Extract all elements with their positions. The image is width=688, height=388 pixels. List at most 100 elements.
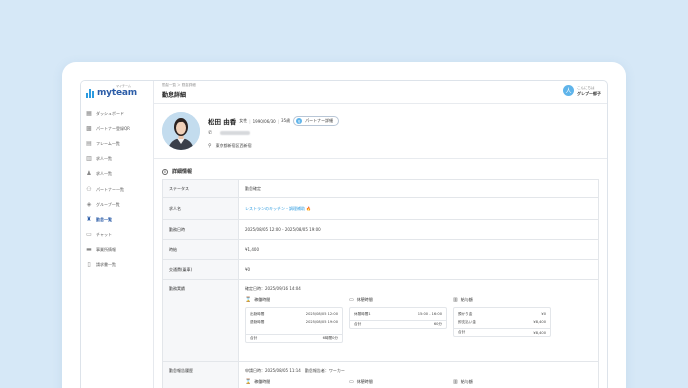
main-content: 勤怠一覧 ＞ 勤怠詳細 勤怠詳細 人 こんにちは グレプー郁子 松田 由香 女性…	[154, 81, 607, 388]
group-icon: ⚇	[86, 185, 92, 193]
total-key: 合計	[354, 322, 362, 326]
report-work-label: 稼働時間	[254, 379, 271, 384]
profile-address: 東京都新宿区西新宿	[215, 143, 252, 148]
app-window: myteam マイチーム ▦ ダッシュボード ▩ パートナー登録QR ▤ フレーム一覧 ▥ 求…	[80, 80, 608, 388]
sidebar: myteam マイチーム ▦ ダッシュボード ▩ パートナー登録QR ▤ フレーム一覧 ▥ 求…	[81, 81, 154, 388]
user-menu[interactable]: 人 こんにちは グレプー郁子	[563, 85, 601, 96]
report-info: 申請日時：2025/08/05 11:14 勤怠報告者：ワーカー	[245, 368, 345, 373]
confirmed-datetime: 確定日時：2025/09/16 14:04	[245, 286, 301, 291]
logo-mark-icon	[86, 88, 95, 98]
sidebar-item-label: チャット	[96, 232, 112, 238]
battery-icon: ▭	[349, 297, 354, 303]
hourglass-icon: ⌛	[245, 379, 252, 385]
sidebar-item-3[interactable]: ▥ 求人一覧	[81, 152, 154, 167]
report-work-column: ⌛ 稼働時間	[245, 379, 343, 388]
search-icon: ⚲	[296, 118, 303, 124]
kv-key: 即支払い金	[458, 319, 476, 324]
phone-icon: ✆	[208, 130, 213, 136]
table-row: 求人名 レストランのキッチン・調理補助 🔥	[162, 198, 599, 220]
avatar[interactable]: 人	[563, 85, 574, 96]
qr-icon: ▩	[86, 124, 92, 132]
logo[interactable]: myteam マイチーム	[86, 84, 137, 100]
job-title-link[interactable]: レストランのキッチン・調理補助 🔥	[239, 198, 598, 219]
calculator-icon: ▥	[453, 297, 458, 303]
sidebar-item-label: フレーム一覧	[96, 140, 120, 146]
work-time-box: 出勤時間 2025/08/05 12:00 退勤時間 2025/08/05 19:0…	[245, 307, 343, 343]
location-pin-icon: ⚲	[208, 143, 212, 149]
logo-text: myteam	[97, 88, 137, 98]
detail-section-label: 詳細情報	[172, 169, 193, 175]
sidebar-item-5[interactable]: ⚇ パートナー一覧	[81, 182, 154, 197]
list-item: 休憩時間1 15:00 - 16:00	[354, 310, 442, 318]
sidebar-item-7[interactable]: ♜ 勤怠一覧	[81, 212, 154, 227]
breadcrumb[interactable]: 勤怠一覧 ＞ 勤怠詳細	[162, 83, 196, 88]
work-icon: ♜	[86, 215, 92, 223]
sidebar-item-9[interactable]: ▬ 事業所情報	[81, 243, 154, 258]
report-block: 申請日時：2025/08/05 11:14 勤怠報告者：ワーカー ⌛ 稼働時間 …	[239, 362, 598, 388]
partner-detail-label: パートナー詳細	[305, 118, 334, 123]
sidebar-item-1[interactable]: ▩ パートナー登録QR	[81, 121, 154, 136]
profile-name: 松田 由香	[208, 118, 237, 126]
person-photo-icon	[162, 112, 200, 150]
table-row: 時給 ¥1,400	[162, 240, 599, 260]
sidebar-item-6[interactable]: ◈ グループ一覧	[81, 197, 154, 212]
phone-number-redacted	[220, 131, 251, 135]
hourglass-icon: ⌛	[245, 297, 252, 303]
logo-ruby: マイチーム	[116, 84, 131, 88]
pay-total: 合計 ¥8,400	[454, 328, 550, 336]
report-pay-title: ▥ 給与額	[453, 379, 551, 385]
row-label: 勤怠報告履歴	[163, 362, 239, 388]
status-value: 勤怠確定	[245, 185, 261, 191]
kv-key: 出勤時間	[250, 311, 265, 316]
kv-key: 退勤時間	[250, 319, 265, 324]
break-time-total: 合計 60分	[350, 320, 446, 328]
report-pay-label: 給与額	[460, 379, 473, 384]
work-time-label: 稼働時間	[254, 297, 271, 302]
table-row: ステータス 勤怠確定	[162, 180, 599, 198]
pay-title: ▥ 給与額	[453, 297, 551, 303]
hourly-wage-value: ¥1,400	[245, 247, 259, 252]
break-time-title: ▭ 休憩時間	[349, 297, 447, 303]
chat-icon: ▭	[86, 231, 92, 239]
profile-summary: 松田 由香 女性 | 1990/06/30 | 35歳 ⚲ パートナー詳細	[208, 116, 340, 126]
partner-detail-button[interactable]: ⚲ パートナー詳細	[293, 116, 340, 126]
table-row: 交通費(乗車) ¥0	[162, 260, 599, 280]
sidebar-item-label: ダッシュボード	[96, 110, 124, 116]
kv-key: 休憩時間1	[354, 311, 371, 316]
sidebar-item-8[interactable]: ▭ チャット	[81, 228, 154, 243]
sidebar-item-2[interactable]: ▤ フレーム一覧	[81, 136, 154, 151]
kv-key: 預かり金	[458, 311, 473, 316]
total-value: 6時間0分	[322, 336, 338, 340]
card-icon: ▬	[86, 246, 92, 254]
sidebar-item-10[interactable]: ▯ 請求書一覧	[81, 258, 154, 273]
profile-card: 松田 由香 女性 | 1990/06/30 | 35歳 ⚲ パートナー詳細 ✆ …	[154, 103, 607, 159]
page-title: 勤怠詳細	[162, 92, 187, 99]
detail-section-title: i 詳細情報	[162, 168, 192, 175]
sidebar-item-0[interactable]: ▦ ダッシュボード	[81, 106, 154, 121]
sidebar-item-label: パートナー登録QR	[96, 125, 130, 131]
sidebar-item-label: グループ一覧	[96, 201, 120, 207]
divider: |	[277, 118, 280, 124]
work-time-column: ⌛ 稼働時間 出勤時間 2025/08/05 12:00 退勤時間 2025/08/…	[245, 297, 343, 343]
battery-icon: ▭	[349, 379, 354, 385]
total-value: ¥8,400	[533, 330, 546, 335]
report-break-label: 休憩時間	[356, 379, 373, 384]
row-label: 勤務日時	[163, 220, 239, 239]
report-work-title: ⌛ 稼働時間	[245, 379, 343, 385]
work-time-rows: 出勤時間 2025/08/05 12:00 退勤時間 2025/08/05 19:0…	[246, 308, 342, 334]
profile-gender: 女性	[239, 118, 248, 123]
pay-rows: 預かり金 ¥0 即支払い金 ¥8,400	[454, 308, 550, 328]
kv-value: ¥8,400	[533, 320, 546, 324]
list-item: 即支払い金 ¥8,400	[458, 318, 546, 326]
info-icon: i	[162, 168, 168, 175]
break-time-label: 休憩時間	[356, 297, 373, 302]
phone-row: ✆	[208, 130, 251, 136]
kv-value: ¥0	[541, 312, 546, 316]
list-icon: ▤	[86, 139, 92, 147]
kv-value: 15:00 - 16:00	[417, 312, 442, 316]
sidebar-item-label: パートナー一覧	[96, 186, 124, 192]
sidebar-item-label: 請求書一覧	[96, 262, 116, 268]
kv-value: 2025/08/05 19:00	[305, 320, 338, 324]
total-key: 合計	[250, 336, 258, 340]
sidebar-item-4[interactable]: ♟ 求人一覧	[81, 167, 154, 182]
